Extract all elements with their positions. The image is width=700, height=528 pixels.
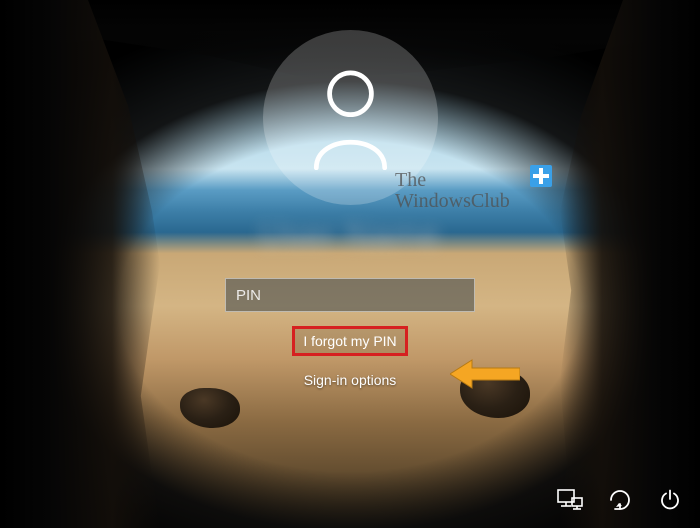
user-avatar xyxy=(263,30,438,205)
network-button[interactable] xyxy=(556,486,584,514)
forgot-pin-link[interactable]: I forgot my PIN xyxy=(292,326,407,356)
person-icon xyxy=(303,65,398,170)
username-label: User Name xyxy=(260,217,441,256)
ease-of-access-icon xyxy=(608,488,632,512)
power-button[interactable] xyxy=(656,486,684,514)
ease-of-access-button[interactable] xyxy=(606,486,634,514)
login-panel: User Name I forgot my PIN Sign-in option… xyxy=(200,30,500,388)
power-icon xyxy=(659,489,681,511)
pin-input[interactable] xyxy=(225,278,475,312)
system-tray xyxy=(556,486,684,514)
network-icon xyxy=(557,489,583,511)
sign-in-options-link[interactable]: Sign-in options xyxy=(304,372,397,388)
